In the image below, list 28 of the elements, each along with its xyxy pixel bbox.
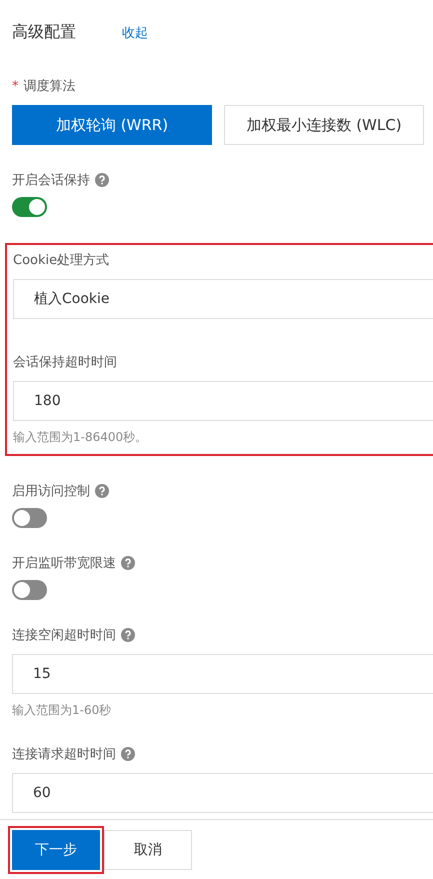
- input-field[interactable]: 180: [13, 381, 433, 421]
- input-field[interactable]: 60: [12, 773, 433, 813]
- field-label: 调度算法: [24, 78, 76, 95]
- toggle-switch[interactable]: [12, 197, 47, 217]
- toggle-switch[interactable]: [12, 580, 47, 600]
- help-icon[interactable]: [121, 628, 135, 642]
- algorithm-option[interactable]: 加权最小连接数 (WLC): [224, 105, 424, 145]
- help-icon[interactable]: [95, 484, 109, 498]
- switch-label: 启用访问控制: [12, 483, 90, 500]
- toggle-switch[interactable]: [12, 508, 47, 528]
- collapse-link[interactable]: 收起: [122, 24, 148, 42]
- field-label: 会话保持超时时间: [13, 354, 117, 371]
- help-icon[interactable]: [121, 747, 135, 761]
- help-icon[interactable]: [121, 556, 135, 570]
- cancel-button[interactable]: 取消: [104, 830, 192, 870]
- algorithm-option[interactable]: 加权轮询 (WRR): [12, 105, 212, 145]
- hint-text: 输入范围为1-86400秒。: [13, 429, 148, 446]
- input-field[interactable]: 植入Cookie: [13, 279, 433, 319]
- switch-label: 开启监听带宽限速: [12, 555, 116, 572]
- field-label: 连接空闲超时时间: [12, 627, 116, 644]
- input-field[interactable]: 15: [12, 654, 433, 694]
- section-title: 高级配置: [12, 22, 76, 43]
- field-label: Cookie处理方式: [13, 252, 110, 269]
- required-mark: *: [12, 78, 18, 94]
- hint-text: 输入范围为1-60秒: [12, 702, 112, 719]
- help-icon[interactable]: [95, 173, 109, 187]
- field-label: 连接请求超时时间: [12, 746, 116, 763]
- switch-label: 开启会话保持: [12, 172, 90, 189]
